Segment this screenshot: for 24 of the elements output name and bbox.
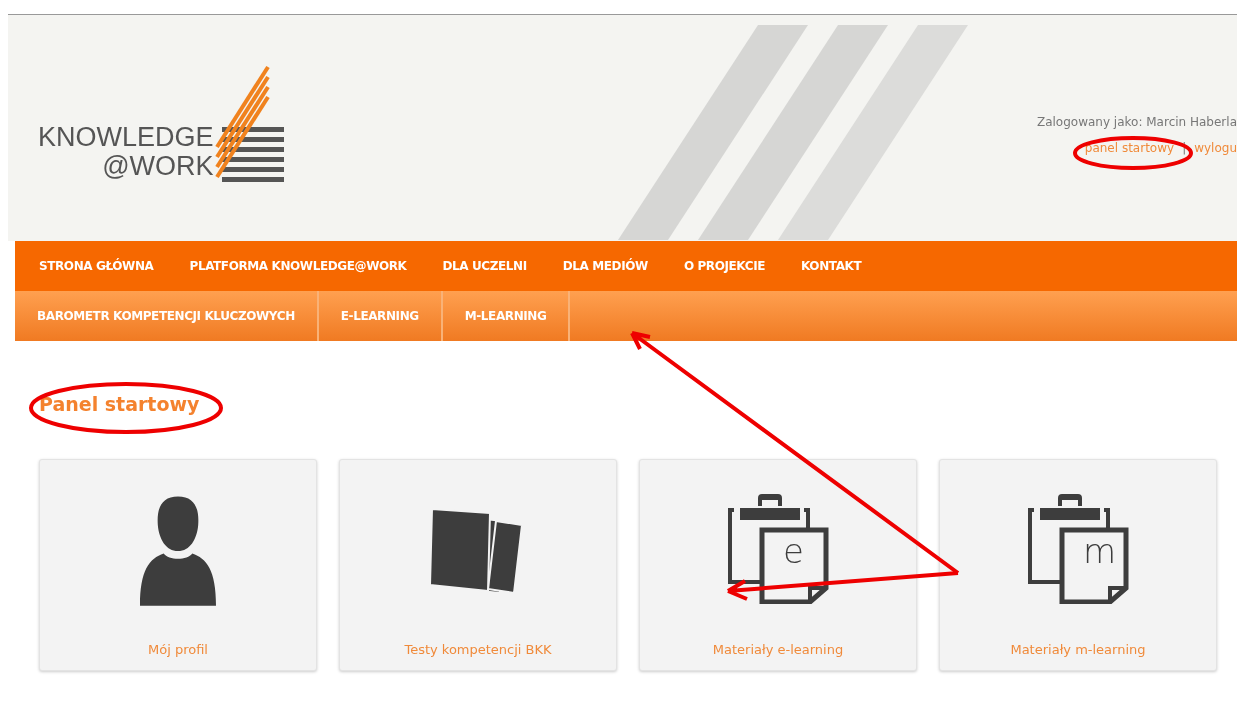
clipboard-document-icon — [726, 494, 830, 604]
icon-letter: e — [783, 534, 804, 568]
sub-nav-link[interactable]: E-LEARNING — [318, 291, 443, 341]
nav-link[interactable]: PLATFORMA KNOWLEDGE@WORK — [189, 259, 407, 273]
clipboard-document-icon — [1026, 494, 1130, 604]
nav-link[interactable]: O PROJEKCIE — [683, 259, 765, 273]
nav-link[interactable]: DLA UCZELNI — [442, 259, 527, 273]
sub-nav-link[interactable]: BAROMETR KOMPETENCJI KLUCZOWYCH — [15, 291, 319, 341]
logo-text: @WORK — [102, 152, 214, 181]
logged-in-label: Zalogowany jako: Marcin Haberla — [1036, 114, 1237, 131]
start-panel-link[interactable]: panel startowy — [1084, 138, 1175, 158]
nav-link[interactable]: DLA MEDIÓW — [562, 259, 648, 273]
nav-link[interactable]: STRONA GŁÓWNA — [39, 259, 154, 273]
logo-text: KNOWLEDGE — [38, 123, 214, 152]
dashboard-tile[interactable]: m Materiały m-learning — [939, 459, 1217, 671]
person-icon — [140, 496, 216, 606]
dashboard-tile[interactable]: Mój profil — [39, 459, 317, 671]
icon-letter: m — [1083, 534, 1117, 568]
dashboard-tile[interactable]: Testy kompetencji BKK — [339, 459, 617, 671]
nav-link[interactable]: KONTAKT — [801, 259, 862, 273]
dashboard-tile[interactable]: e Materiały e-learning — [639, 459, 917, 671]
logout-link[interactable]: wylogu — [1194, 138, 1237, 158]
sub-nav-link[interactable]: M-LEARNING — [442, 291, 571, 341]
panel-title: Panel startowy — [39, 393, 201, 415]
